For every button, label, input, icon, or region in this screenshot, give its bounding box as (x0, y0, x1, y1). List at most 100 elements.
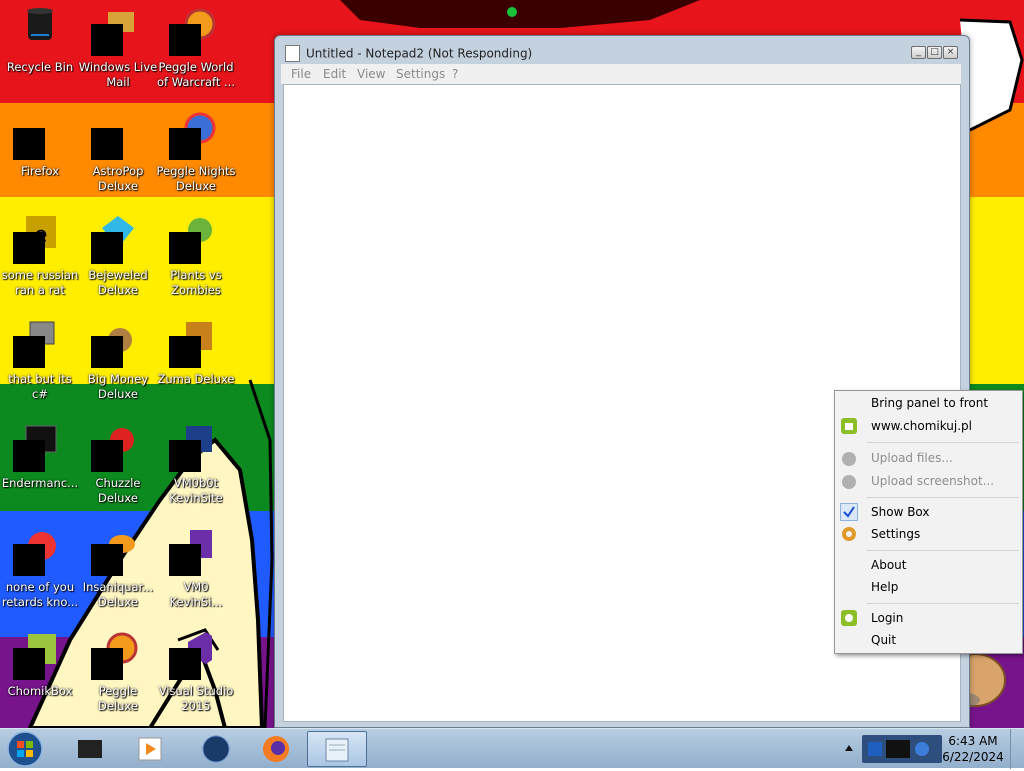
maximize-button[interactable]: □ (927, 46, 942, 59)
desktop-icon-vm0-kevinsite[interactable]: VM0 KevinSi... (156, 522, 236, 620)
redacted-icon (13, 544, 45, 576)
redacted-icon (169, 232, 201, 264)
desktop-icon-peggle-world-of-warcraft[interactable]: Peggle World of Warcraft ... (156, 2, 236, 100)
desktop-icon-label: none of you retards kno... (1, 580, 79, 609)
desktop-icon-label: Chuzzle Deluxe (95, 476, 141, 505)
desktop-icon-windows-live-mail[interactable]: Windows Live Mail (78, 2, 158, 100)
menu-view[interactable]: View (357, 67, 385, 81)
redacted-icon (91, 232, 123, 264)
redacted-icon (169, 648, 201, 680)
desktop-icon-label: Windows Live Mail (78, 60, 158, 89)
desktop-icon-that-but-its-csharp[interactable]: that but its c# (0, 314, 80, 412)
chomik-home-icon (840, 417, 858, 435)
redacted-icon (169, 24, 201, 56)
redacted-icon (169, 440, 201, 472)
redacted-icon (91, 128, 123, 160)
redacted-icon (91, 24, 123, 56)
windows-logo-icon (7, 731, 43, 767)
desktop-icon-russian-rat[interactable]: e some russian ran a rat (0, 210, 80, 308)
menu-help[interactable]: ? (452, 67, 458, 81)
clock-date: 6/22/2024 (942, 750, 1004, 764)
taskbar-globe-button[interactable] (190, 731, 240, 767)
desktop-icon-label: Endermanc... (1, 476, 79, 490)
menu-item-about[interactable]: About (871, 558, 906, 572)
menu-item-upload-files: Upload files... (871, 451, 953, 465)
show-desktop-button[interactable] (1010, 729, 1024, 769)
desktop-icon-label: Visual Studio 2015 (158, 684, 234, 713)
menu-settings[interactable]: Settings (396, 67, 445, 81)
close-button[interactable]: × (943, 46, 958, 59)
desktop-icon-label: Zuma Deluxe (157, 372, 235, 386)
chomikbox-context-menu: Bring panel to front www.chomikuj.pl Upl… (834, 390, 1023, 654)
desktop-icon-astropop-deluxe[interactable]: AstroPop Deluxe (78, 106, 158, 204)
desktop-icon-visual-studio-2015[interactable]: Visual Studio 2015 (156, 626, 236, 724)
desktop-icon-insaniquarium-deluxe[interactable]: Insaniquar... Deluxe (78, 522, 158, 620)
desktop-icon-label: Bejeweled Deluxe (88, 268, 148, 297)
taskbar-notepad-button[interactable] (307, 731, 367, 767)
menu-item-bring-panel-to-front[interactable]: Bring panel to front (871, 396, 988, 410)
desktop-icon-bejeweled-deluxe[interactable]: Bejeweled Deluxe (78, 210, 158, 308)
menu-separator (867, 603, 1019, 604)
menu-edit[interactable]: Edit (323, 67, 346, 81)
menu-item-chomikuj-website[interactable]: www.chomikuj.pl (871, 419, 972, 433)
system-clock[interactable]: 6:43 AM 6/22/2024 (940, 733, 1006, 765)
notepad-icon (325, 738, 349, 762)
menu-item-help[interactable]: Help (871, 580, 898, 594)
redacted-icon (91, 336, 123, 368)
redacted-icon (169, 336, 201, 368)
redacted-icon (91, 544, 123, 576)
menu-item-login[interactable]: Login (871, 611, 903, 625)
desktop-icon-label: some russian ran a rat (1, 268, 79, 297)
taskbar-media-player-button[interactable] (124, 731, 174, 767)
globe-icon (202, 735, 230, 763)
desktop-icon-peggle-deluxe[interactable]: Peggle Deluxe (78, 626, 158, 724)
upload-icon (840, 449, 858, 467)
desktop-icon-plants-vs-zombies[interactable]: Plants vs Zombies (156, 210, 236, 308)
desktop-icon-big-money-deluxe[interactable]: Big Money Deluxe (78, 314, 158, 412)
desktop-icon-label: VM0 KevinSi... (169, 580, 223, 609)
desktop-icon-label: ChomikBox (7, 684, 73, 698)
desktop-icon-label: Peggle World of Warcraft ... (157, 60, 235, 89)
show-hidden-icons-button[interactable] (844, 741, 854, 755)
gear-icon (840, 525, 858, 543)
menu-item-upload-screenshot: Upload screenshot... (871, 474, 995, 488)
menu-item-settings[interactable]: Settings (871, 527, 920, 541)
checkmark-icon (840, 503, 858, 521)
minimize-button[interactable]: _ (911, 46, 926, 59)
notepad-doc-icon (285, 45, 300, 62)
desktop-icon-label: VM0b0t KevinSite (169, 476, 223, 505)
desktop-icon-label: Big Money Deluxe (87, 372, 149, 401)
tray-icons-group[interactable] (862, 735, 942, 763)
redacted-icon (91, 440, 123, 472)
desktop-icon-endermanch[interactable]: Endermanc... (0, 418, 80, 516)
redacted-icon (13, 336, 45, 368)
desktop-icon-firefox[interactable]: Firefox (0, 106, 80, 204)
app-icon (78, 740, 102, 758)
redacted-icon (13, 128, 45, 160)
menu-item-quit[interactable]: Quit (871, 633, 896, 647)
upload-icon (840, 472, 858, 490)
menu-separator (867, 497, 1019, 498)
desktop-icon-label: Recycle Bin (6, 60, 74, 74)
start-button[interactable] (5, 730, 45, 768)
desktop-icon-zuma-deluxe[interactable]: Zuma Deluxe (156, 314, 236, 412)
title-bar[interactable]: Untitled - Notepad2 (Not Responding) (285, 44, 532, 62)
desktop-icon-vm0b0t-kevinsite[interactable]: VM0b0t KevinSite (156, 418, 236, 516)
redacted-icon (13, 648, 45, 680)
desktop-icon-peggle-nights-deluxe[interactable]: Peggle Nights Deluxe (156, 106, 236, 204)
redacted-icon (169, 544, 201, 576)
desktop-icon-chomikbox[interactable]: ChomikBox (0, 626, 80, 724)
menu-bar: File Edit View Settings ? (281, 64, 961, 84)
menu-file[interactable]: File (291, 67, 311, 81)
menu-item-show-box[interactable]: Show Box (871, 505, 930, 519)
desktop-icon-none-of-you[interactable]: none of you retards kno... (0, 522, 80, 620)
taskbar-app-button[interactable] (64, 731, 114, 767)
redacted-icon (169, 128, 201, 160)
desktop-icon-recycle-bin[interactable]: Recycle Bin (0, 2, 80, 100)
firefox-icon (263, 736, 289, 762)
redacted-icon (13, 440, 45, 472)
desktop-icon-chuzzle-deluxe[interactable]: Chuzzle Deluxe (78, 418, 158, 516)
desktop-icon-label: Peggle Nights Deluxe (156, 164, 236, 193)
taskbar-firefox-button[interactable] (250, 731, 300, 767)
clock-time: 6:43 AM (948, 734, 998, 748)
